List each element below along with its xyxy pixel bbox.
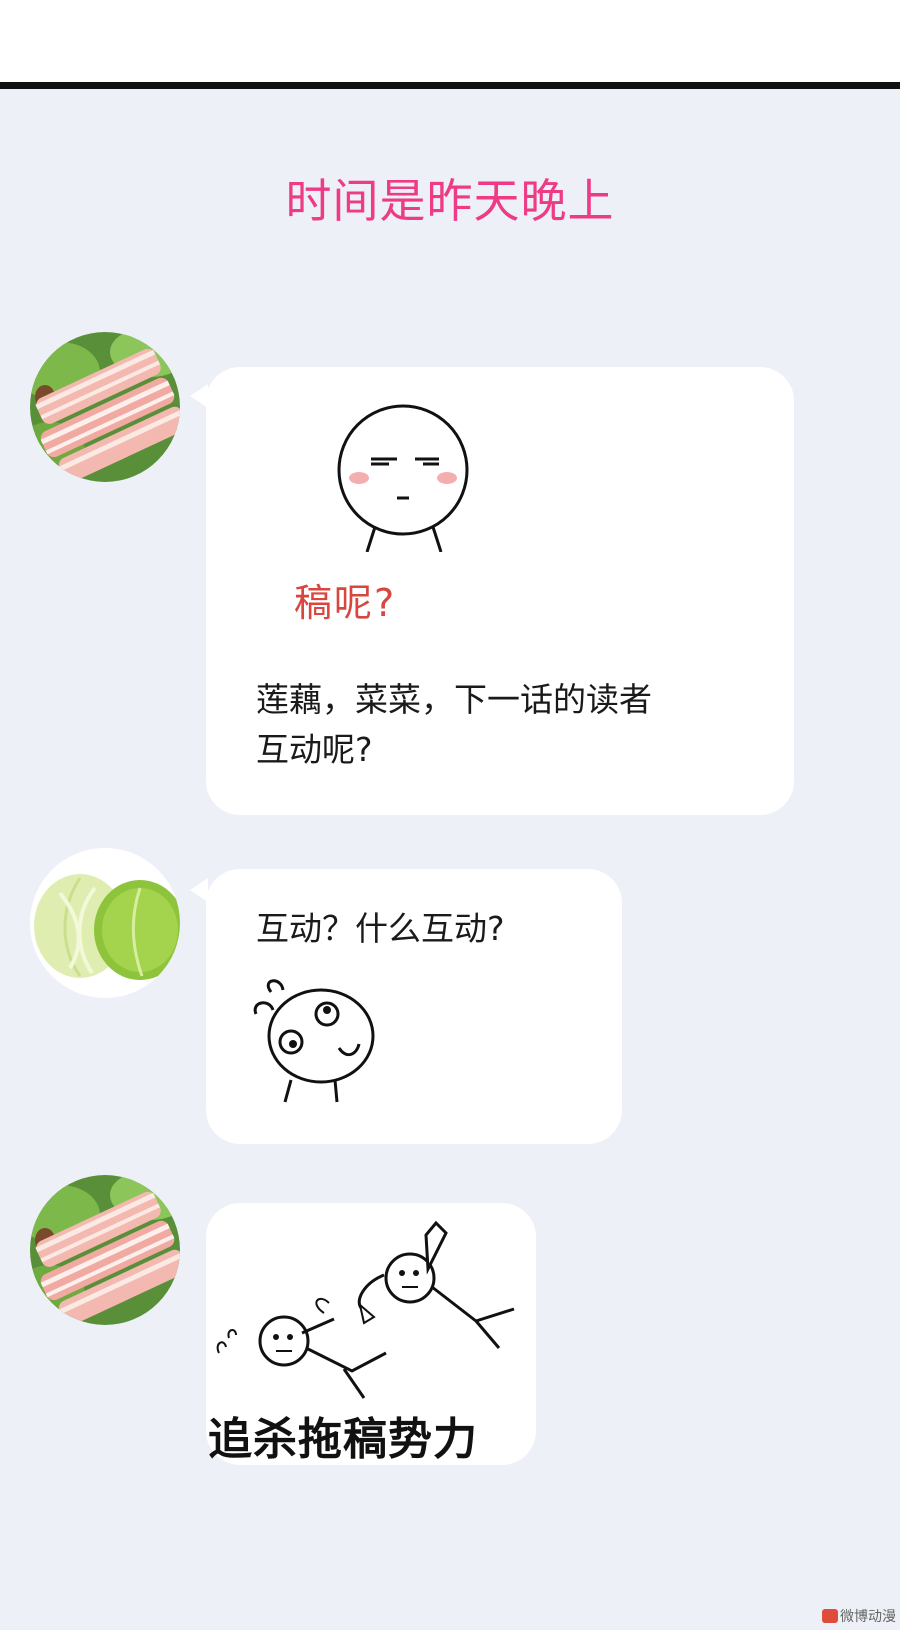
message-bubble-3[interactable]: 追杀拖稿势力 bbox=[206, 1203, 536, 1465]
sticker-caption: 追杀拖稿势力 bbox=[208, 1414, 478, 1465]
pork-avatar[interactable] bbox=[30, 1175, 180, 1325]
message-text-line: 互动呢? bbox=[256, 730, 373, 769]
sleepy-face-sticker bbox=[337, 404, 469, 552]
message-bubble-1[interactable]: 稿呢? 莲藕，菜菜，下一话的读者 互动呢? bbox=[206, 367, 794, 815]
cabbage-avatar[interactable] bbox=[30, 848, 180, 998]
top-divider bbox=[0, 82, 900, 89]
chasing-sticker bbox=[216, 1220, 515, 1399]
cheeky-creature-sticker bbox=[253, 979, 375, 1103]
weibo-logo-icon bbox=[822, 1609, 838, 1623]
watermark-text: 微博动漫 bbox=[840, 1609, 896, 1625]
top-blank-area bbox=[0, 0, 900, 82]
sticker-caption: 稿呢? bbox=[294, 581, 397, 625]
message-text: 互动？什么互动? bbox=[256, 909, 505, 948]
pork-avatar[interactable] bbox=[30, 332, 180, 482]
message-bubble-2[interactable]: 互动？什么互动? bbox=[206, 869, 622, 1144]
time-label: 时间是昨天晚上 bbox=[285, 174, 615, 228]
message-text-line: 莲藕，菜菜，下一话的读者 bbox=[256, 680, 652, 719]
watermark: 微博动漫 bbox=[822, 1606, 896, 1626]
